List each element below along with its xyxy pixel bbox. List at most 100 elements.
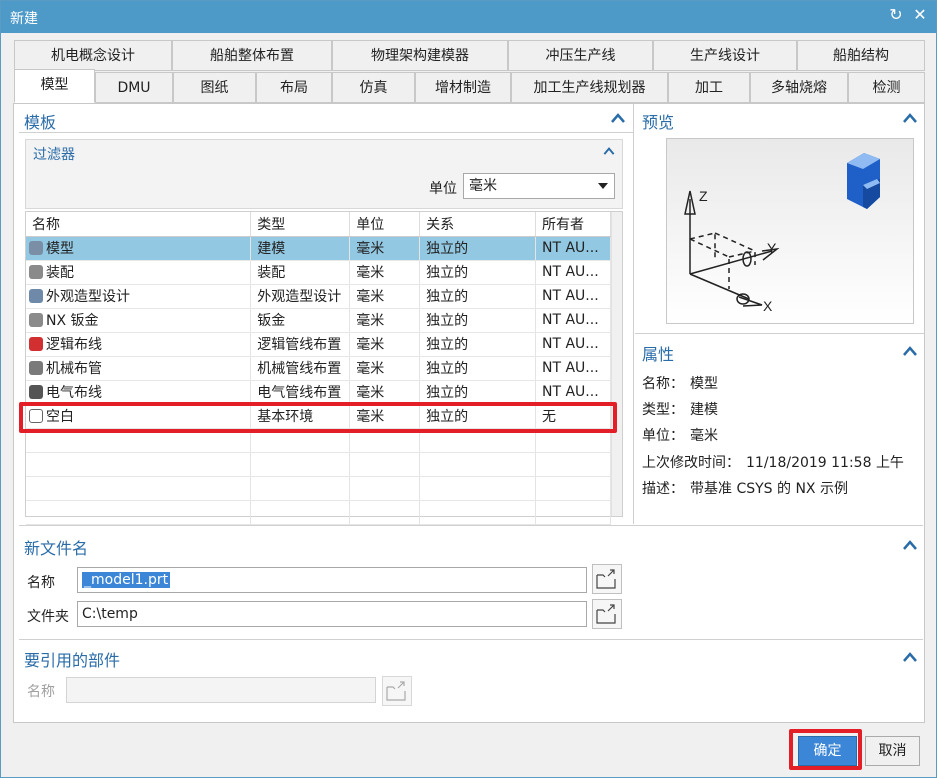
prop-unit: 单位： 毫米 <box>642 428 718 444</box>
folder-value: C:\temp <box>82 606 138 622</box>
collapse-template-icon[interactable] <box>609 111 627 125</box>
ref-part-name-input[interactable] <box>66 677 376 703</box>
collapse-ref-part-icon[interactable] <box>901 650 919 664</box>
divider <box>19 525 923 526</box>
prop-type: 类型： 建模 <box>642 402 718 418</box>
cell-name: 模型 <box>26 236 252 261</box>
cell-text: 装配 <box>46 265 74 281</box>
divider <box>633 104 634 524</box>
empty-cell <box>535 500 611 525</box>
table-row[interactable]: 机械布管 机械管线布置 毫米 独立的 NT AU... <box>26 356 611 381</box>
new-file-dialog: 新建 ↻ ✕ 机电概念设计 船舶整体布置 物理架构建模器 冲压生产线 生产线设计 船舶结构… <box>0 0 937 778</box>
cell-unit: 毫米 <box>349 284 421 309</box>
column-header[interactable]: 单位 <box>349 212 421 237</box>
browse-file-name-button[interactable] <box>592 564 622 594</box>
column-header[interactable]: 关系 <box>419 212 536 237</box>
reset-icon[interactable]: ↻ <box>886 5 906 24</box>
cell-owner: NT AU... <box>535 332 611 357</box>
browse-folder-button[interactable] <box>592 599 622 629</box>
cell-type: 逻辑管线布置 <box>250 332 351 357</box>
empty-cell <box>535 452 611 477</box>
prop-description: 描述： 带基准 CSYS 的 NX 示例 <box>642 481 848 497</box>
table-row[interactable]: 装配 装配 毫米 独立的 NT AU... <box>26 260 611 285</box>
tab-3-row1[interactable]: 物理架构建模器 <box>332 40 508 71</box>
tab-6-row1[interactable]: 船舶结构 <box>797 40 925 71</box>
close-icon[interactable]: ✕ <box>910 5 930 24</box>
highlight-ok-button <box>789 729 862 770</box>
unit-filter-select[interactable]: 毫米 <box>463 173 615 199</box>
cell-text: 逻辑布线 <box>46 337 102 353</box>
datum-csys-icon: Z Y X <box>684 153 880 314</box>
tab-2-row1[interactable]: 船舶整体布置 <box>172 40 332 71</box>
collapse-properties-icon[interactable] <box>901 344 919 358</box>
tab-3-row2[interactable]: 图纸 <box>173 72 256 103</box>
prop-modified: 上次修改时间： 11/18/2019 11:58 上午 <box>642 455 904 471</box>
tab-4-row2[interactable]: 布局 <box>256 72 332 103</box>
column-header[interactable]: 名称 <box>26 212 252 237</box>
cell-relation: 独立的 <box>419 284 536 309</box>
cell-relation: 独立的 <box>419 308 536 333</box>
column-header[interactable]: 类型 <box>250 212 351 237</box>
folder-open-icon <box>596 604 616 624</box>
tab-5-row2[interactable]: 仿真 <box>332 72 415 103</box>
folder-input[interactable]: C:\temp <box>77 601 587 627</box>
logic-routing-icon <box>29 337 43 351</box>
cancel-button[interactable]: 取消 <box>865 736 920 766</box>
model-block-icon <box>847 153 880 209</box>
shape-design-icon <box>29 289 43 303</box>
cell-unit: 毫米 <box>349 332 421 357</box>
unit-filter-value: 毫米 <box>469 178 497 194</box>
tab-10-row2[interactable]: 检测 <box>848 72 925 103</box>
cell-type: 电气管线布置 <box>250 380 351 405</box>
folder-open-icon <box>596 569 616 589</box>
file-name-input[interactable]: _model1.prt <box>77 567 587 593</box>
template-table-header: 名称 类型 单位 关系 所有者 <box>26 212 611 237</box>
empty-cell <box>250 452 351 477</box>
cell-owner: NT AU... <box>535 380 611 405</box>
empty-cell <box>535 476 611 501</box>
properties-section-title: 属性 <box>642 345 675 364</box>
empty-row <box>26 476 611 501</box>
divider <box>19 132 633 133</box>
title-bar: 新建 ↻ ✕ <box>1 1 936 33</box>
tab-8-row2[interactable]: 加工 <box>668 72 750 103</box>
collapse-new-file-icon[interactable] <box>901 538 919 552</box>
table-scroll-area[interactable] <box>611 212 622 516</box>
tab-4-row1[interactable]: 冲压生产线 <box>508 40 653 71</box>
cell-relation: 独立的 <box>419 380 536 405</box>
cell-name: 电气布线 <box>26 380 252 405</box>
cell-type: 机械管线布置 <box>250 356 351 381</box>
collapse-preview-icon[interactable] <box>901 111 919 125</box>
tab-5-row1[interactable]: 生产线设计 <box>653 40 797 71</box>
preview-image: Z Y X <box>666 138 914 324</box>
table-row[interactable]: 逻辑布线 逻辑管线布置 毫米 独立的 NT AU... <box>26 332 611 357</box>
empty-row <box>26 500 611 525</box>
mech-piping-icon <box>29 361 43 375</box>
tab-2-row2[interactable]: DMU <box>95 72 173 103</box>
browse-ref-part-button[interactable] <box>382 676 412 706</box>
dropdown-arrow-icon <box>598 183 608 189</box>
tab-1-row2[interactable]: 模型 <box>14 69 95 103</box>
table-row[interactable]: 电气布线 电气管线布置 毫米 独立的 NT AU... <box>26 380 611 405</box>
cell-owner: NT AU... <box>535 356 611 381</box>
empty-cell <box>349 476 421 501</box>
cell-relation: 独立的 <box>419 260 536 285</box>
empty-cell <box>250 476 351 501</box>
table-row[interactable]: NX 钣金 钣金 毫米 独立的 NT AU... <box>26 308 611 333</box>
dialog-title: 新建 <box>10 11 38 27</box>
column-header[interactable]: 所有者 <box>535 212 611 237</box>
table-row[interactable]: 外观造型设计 外观造型设计 毫米 独立的 NT AU... <box>26 284 611 309</box>
sheet-metal-icon <box>29 313 43 327</box>
cell-text: 外观造型设计 <box>46 289 130 305</box>
tab-9-row2[interactable]: 多轴烧熔 <box>750 72 848 103</box>
collapse-filter-icon[interactable] <box>602 145 616 157</box>
tab-7-row2[interactable]: 加工生产线规划器 <box>511 72 668 103</box>
tab-1-row1[interactable]: 机电概念设计 <box>14 40 172 71</box>
tab-6-row2[interactable]: 增材制造 <box>415 72 511 103</box>
file-name-value: _model1.prt <box>82 572 171 588</box>
table-row[interactable]: 模型 建模 毫米 独立的 NT AU... <box>26 236 611 261</box>
divider <box>635 333 925 334</box>
cell-name: 机械布管 <box>26 356 252 381</box>
empty-cell <box>419 452 536 477</box>
cell-relation: 独立的 <box>419 332 536 357</box>
